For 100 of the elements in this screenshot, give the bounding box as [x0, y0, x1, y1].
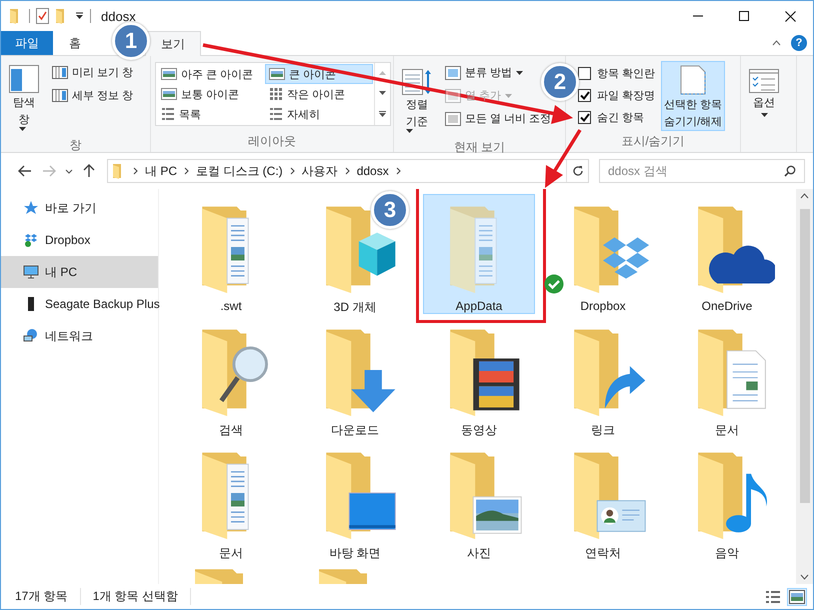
- back-arrow-icon: [18, 165, 32, 177]
- group-by-icon: [445, 66, 461, 80]
- sort-icon: [402, 69, 432, 95]
- preview-pane-icon: [52, 66, 68, 79]
- folder-label: Dropbox: [580, 299, 626, 313]
- checkbox[interactable]: [578, 110, 591, 124]
- folder-item[interactable]: 바탕 화면: [299, 440, 411, 560]
- checkbox[interactable]: [578, 88, 591, 102]
- folder-label: 3D 개체: [334, 299, 376, 316]
- checkbox[interactable]: [578, 66, 591, 80]
- view-command[interactable]: 분류 방법: [442, 62, 526, 83]
- ribbon-tab[interactable]: 파일: [1, 31, 53, 55]
- sort-button[interactable]: 정렬 기준: [398, 60, 436, 138]
- folder-label: 바탕 화면: [329, 545, 381, 562]
- chevron-right-icon: [290, 167, 295, 175]
- breadcrumb[interactable]: ddosx: [356, 164, 389, 178]
- breadcrumb[interactable]: 로컬 디스크 (C:): [196, 162, 283, 180]
- breadcrumb[interactable]: 내 PC: [145, 162, 178, 180]
- caret-icon: [18, 127, 26, 131]
- folder-item[interactable]: .swt: [175, 194, 287, 314]
- folder-item[interactable]: 문서: [671, 317, 783, 437]
- scroll-thumb[interactable]: [800, 209, 810, 503]
- refresh-icon[interactable]: [572, 165, 584, 177]
- network-icon: [23, 328, 39, 344]
- search-field[interactable]: ddosx 검색: [599, 159, 805, 183]
- folder-item[interactable]: AppData: [423, 194, 535, 314]
- pane-button[interactable]: 세부 정보 창: [49, 85, 136, 106]
- box-icon: [23, 232, 39, 248]
- pane-button[interactable]: 미리 보기 창: [49, 62, 136, 83]
- step-marker: 3: [371, 191, 409, 229]
- maximize-icon: [739, 11, 749, 21]
- checkbox-label: 숨긴 항목: [597, 110, 644, 124]
- item-count: 17개 항목: [15, 588, 81, 605]
- caret-icon: [379, 91, 386, 95]
- list-icon: [161, 107, 175, 121]
- folder-item[interactable]: OneDrive: [671, 194, 783, 314]
- layout-option[interactable]: 아주 큰 아이콘: [157, 64, 265, 84]
- folder-label: 음악: [715, 545, 739, 562]
- folder-label: 다운로드: [331, 422, 379, 439]
- window-title: ddosx: [101, 8, 136, 24]
- ribbon-tab[interactable]: 홈: [53, 31, 97, 55]
- sidebar-item[interactable]: Seagate Backup Plus: [1, 288, 158, 320]
- sidebar-item[interactable]: Dropbox: [1, 224, 158, 256]
- fit-columns-icon: [445, 112, 461, 126]
- group-label: 창: [68, 137, 82, 154]
- options-button[interactable]: 옵션: [745, 60, 783, 132]
- thumbnail-icon: [161, 68, 177, 80]
- folder-item[interactable]: 사진: [423, 440, 535, 560]
- ribbon-tab[interactable]: 보기: [145, 31, 201, 56]
- folder-item[interactable]: Dropbox: [547, 194, 659, 314]
- folder-label: 동영상: [461, 422, 497, 439]
- sidebar-item[interactable]: 내 PC: [1, 256, 158, 288]
- search-icon: [784, 165, 796, 177]
- folder-item[interactable]: 검색: [175, 317, 287, 437]
- forward-arrow-icon: [42, 165, 56, 177]
- star-icon: [23, 200, 39, 216]
- caret-icon: [406, 129, 413, 133]
- annotation-arrow: [545, 129, 582, 188]
- details-pane-icon: [52, 89, 68, 102]
- layout-option[interactable]: 자세히: [265, 104, 373, 124]
- folder-label: .swt: [220, 299, 242, 313]
- navigation-pane-button[interactable]: 탐색 창: [5, 60, 43, 136]
- dropdown-icon[interactable]: [75, 12, 84, 20]
- large-icons-view-button[interactable]: [787, 588, 807, 606]
- sidebar-item[interactable]: 네트워크: [1, 320, 158, 352]
- layout-option[interactable]: 보통 아이콘: [157, 84, 265, 104]
- add-column-icon: [445, 88, 461, 102]
- step-marker: 1: [112, 22, 150, 60]
- hide-selected-button[interactable]: 선택한 항목 숨기기/해제: [661, 61, 726, 131]
- folder-item[interactable]: 연락처: [547, 440, 659, 560]
- folder-item[interactable]: 문서: [175, 440, 287, 560]
- help-button[interactable]: ?: [791, 35, 807, 51]
- layout-option[interactable]: 목록: [157, 104, 265, 124]
- sidebar-item[interactable]: 바로 가기: [1, 192, 158, 224]
- group-label: 현재 보기: [452, 139, 506, 156]
- selection-count: 1개 항목 선택함: [92, 588, 192, 605]
- thumbnail-icon: [269, 68, 285, 80]
- folder-label: AppData: [456, 299, 502, 313]
- scrollbar[interactable]: [796, 189, 813, 584]
- thumbnail-icon: [161, 88, 177, 100]
- folder-label: 검색: [219, 422, 243, 439]
- properties-icon[interactable]: [36, 8, 49, 24]
- monitor-icon: [23, 264, 39, 280]
- collapse-ribbon-icon[interactable]: [772, 40, 781, 46]
- folder-item[interactable]: 동영상: [423, 317, 535, 437]
- layout-option[interactable]: 작은 아이콘: [265, 84, 373, 104]
- view-command[interactable]: 모든 열 너비 조정: [442, 108, 554, 129]
- more-icon[interactable]: [379, 111, 386, 117]
- group-label: 레이아웃: [247, 133, 297, 150]
- folder-item[interactable]: 다운로드: [299, 317, 411, 437]
- up-arrow-icon: [83, 164, 95, 178]
- chevron-down-icon: [65, 168, 73, 174]
- folder-label: 링크: [591, 422, 615, 439]
- folder-label: 사진: [467, 545, 491, 562]
- folder-item[interactable]: 음악: [671, 440, 783, 560]
- folder-item[interactable]: 링크: [547, 317, 659, 437]
- list-icon: [269, 107, 283, 121]
- navigation-pane-icon: [9, 65, 39, 93]
- page-icon: [679, 65, 708, 95]
- breadcrumb[interactable]: 사용자: [302, 162, 338, 180]
